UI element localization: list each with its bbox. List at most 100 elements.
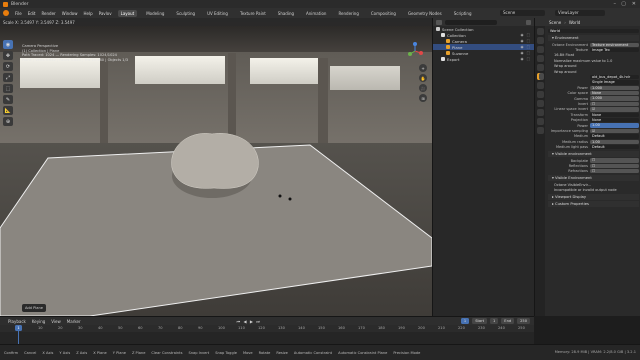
render-tab-icon[interactable] [536, 37, 544, 44]
tool-tab-icon[interactable] [536, 28, 544, 35]
visibility-toggle-icon[interactable]: ◉ ⬚ [521, 33, 531, 37]
menu-help[interactable]: Help [83, 11, 92, 16]
end-frame-field[interactable]: 250 [517, 318, 530, 324]
property-field[interactable]: 1.00 [590, 123, 639, 128]
ortho-toggle-icon[interactable]: ⊞ [419, 94, 427, 102]
property-field[interactable]: ☐ [590, 169, 639, 174]
timeline-menu-playback[interactable]: Playback [8, 319, 26, 324]
output-tab-icon[interactable] [536, 46, 544, 53]
view-layer-selector[interactable]: ViewLayer [555, 10, 605, 16]
menu-window[interactable]: Window [62, 11, 78, 16]
data-tab-icon[interactable] [536, 118, 544, 125]
measure-tool-icon[interactable]: 📐 [3, 106, 13, 115]
display-mode-icon[interactable] [436, 19, 442, 25]
world-name-field[interactable]: World [548, 28, 639, 34]
visibility-toggle-icon[interactable]: ◉ ⬚ [521, 45, 531, 49]
physics-tab-icon[interactable] [536, 100, 544, 107]
constraints-tab-icon[interactable] [536, 109, 544, 116]
property-option[interactable]: Incompatible or invalid output node [548, 187, 639, 192]
property-field[interactable]: 1.000 [590, 96, 639, 101]
property-field[interactable]: 1.00 [590, 139, 639, 144]
property-field[interactable]: ☐ [590, 163, 639, 169]
rotate-tool-icon[interactable]: ⟳ [3, 62, 13, 71]
property-field[interactable]: old_bus_depot_4k.hdr [590, 74, 639, 80]
workspace-tab-geometry-nodes[interactable]: Geometry Nodes [405, 10, 445, 17]
world-tab-icon[interactable] [536, 73, 544, 80]
property-field[interactable]: None [590, 112, 639, 117]
property-field[interactable]: ☑ [590, 107, 639, 112]
object-tab-icon[interactable] [536, 82, 544, 89]
timeline-menu-view[interactable]: View [51, 319, 61, 324]
workspace-tab-layout[interactable]: Layout [117, 9, 138, 17]
visibility-toggle-icon[interactable]: ◉ ⬚ [521, 51, 531, 55]
panel-section-header[interactable]: ▸ Custom Properties [548, 200, 639, 207]
material-tab-icon[interactable] [536, 127, 544, 134]
navigation-gizmo-icon[interactable] [406, 42, 424, 60]
workspace-tab-sculpting[interactable]: Sculpting [173, 10, 198, 17]
property-field[interactable]: Single Image [590, 80, 639, 85]
timeline-menu-marker[interactable]: Marker [67, 319, 81, 324]
property-field[interactable]: None [590, 117, 639, 123]
property-field[interactable]: Image Tex [590, 47, 639, 53]
maximize-icon[interactable]: ▢ [621, 1, 626, 7]
select-tool-icon[interactable]: ◉ [3, 40, 13, 49]
floor-plane-object[interactable] [0, 18, 432, 316]
filter-icon[interactable] [526, 19, 531, 25]
suzanne-mesh[interactable] [171, 133, 259, 189]
outliner-item[interactable]: Export ◉ ⬚ [433, 56, 534, 62]
playback-controls[interactable]: ⏮ ◀ ▶ ⏭ [237, 319, 261, 324]
visibility-toggle-icon[interactable]: ◉ ⬚ [521, 39, 531, 43]
camera-view-icon[interactable]: 🎥 [419, 84, 427, 92]
menu-pavlov[interactable]: Pavlov [99, 11, 112, 16]
property-field[interactable]: None [590, 91, 639, 96]
panel-section-header[interactable]: ▾ Environment [548, 35, 639, 41]
zoom-icon[interactable]: + [419, 64, 427, 72]
property-field[interactable]: Texture environment [590, 42, 639, 47]
modifier-tab-icon[interactable] [536, 91, 544, 98]
workspace-tab-modeling[interactable]: Modeling [143, 10, 167, 17]
outliner-search-input[interactable] [445, 19, 497, 25]
scale-tool-icon[interactable]: ⤢ [3, 73, 13, 82]
blender-menu-icon[interactable] [3, 10, 9, 16]
start-frame-field[interactable]: 1 [490, 318, 499, 324]
scene-tab-icon[interactable] [536, 64, 544, 71]
move-tool-icon[interactable]: ✥ [3, 51, 13, 60]
workspace-tab-texture-paint[interactable]: Texture Paint [237, 10, 269, 17]
timeline-ruler[interactable]: 0102030405060708090100110120130140150160… [0, 325, 534, 332]
workspace-tab-rendering[interactable]: Rendering [335, 10, 361, 17]
last-operator-panel[interactable]: Add Plane [22, 304, 46, 312]
property-field[interactable]: ☐ [590, 158, 639, 163]
timeline-menu-keying[interactable]: Keying [32, 319, 45, 324]
current-frame-field[interactable]: 1 [460, 318, 470, 324]
menu-file[interactable]: File [15, 11, 22, 16]
workspace-tab-uv-editing[interactable]: UV Editing [204, 10, 231, 17]
minimize-icon[interactable]: – [614, 1, 617, 7]
property-field[interactable]: ☐ [590, 101, 639, 107]
properties-scene-tab[interactable]: Scene [549, 20, 561, 25]
workspace-tab-compositing[interactable]: Compositing [368, 10, 399, 17]
panel-section-header[interactable]: ▸ Viewport Display [548, 193, 639, 200]
workspace-tab-shading[interactable]: Shading [275, 10, 297, 17]
workspace-tab-animation[interactable]: Animation [303, 10, 329, 17]
workspace-tab-scripting[interactable]: Scripting [451, 10, 475, 17]
properties-world-tab[interactable]: World [569, 20, 580, 25]
world-datablock[interactable]: World [548, 28, 639, 34]
property-field[interactable]: Default [590, 144, 639, 150]
transform-tool-icon[interactable]: ⬚ [3, 84, 13, 93]
pan-icon[interactable]: ✋ [419, 74, 427, 82]
panel-section-header[interactable]: ▾ Visible environment [548, 150, 639, 157]
menu-render[interactable]: Render [41, 11, 55, 16]
menu-edit[interactable]: Edit [28, 11, 36, 16]
property-field[interactable]: ☑ [590, 128, 639, 134]
3d-viewport[interactable]: Scale X: 3.5497 Y: 3.5497 Z: 3.5497 Came… [0, 18, 432, 316]
property-field[interactable]: 1.000 [590, 85, 639, 91]
visibility-toggle-icon[interactable]: ◉ ⬚ [521, 57, 531, 61]
property-row: Linear space invert ☑ [548, 107, 639, 112]
panel-section-header[interactable]: ▾ Visible Environment [548, 174, 639, 181]
view-layer-tab-icon[interactable] [536, 55, 544, 62]
property-field[interactable]: Default [590, 134, 639, 139]
close-icon[interactable]: ✕ [632, 1, 636, 7]
add-cube-tool-icon[interactable]: ⊕ [3, 117, 13, 126]
annotate-tool-icon[interactable]: ✎ [3, 95, 13, 104]
scene-selector[interactable]: Scene [500, 10, 545, 16]
